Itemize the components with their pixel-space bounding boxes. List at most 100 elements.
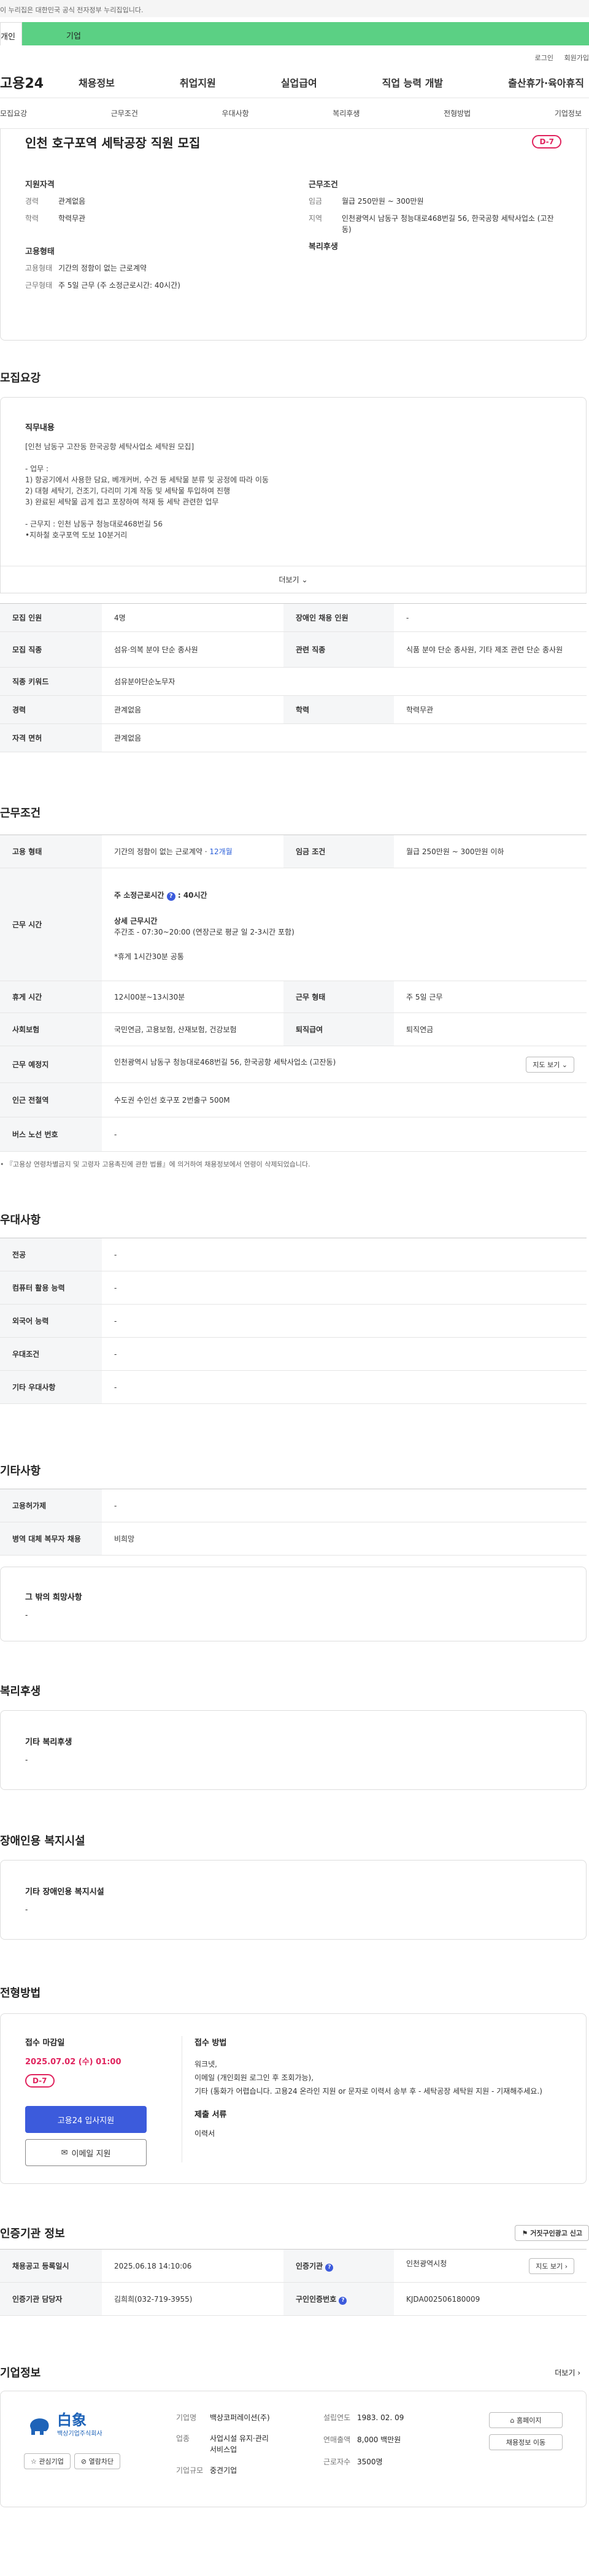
table-row: 휴게 시간 12시00분~13시30분 근무 형태 주 5일 근무 <box>0 981 587 1013</box>
fav-company-button[interactable]: ☆ 관심기업 <box>24 2453 71 2469</box>
info-icon[interactable]: ? <box>339 2296 347 2305</box>
signup-link[interactable]: 회원가입 <box>564 54 589 62</box>
row-value: 기간의 정함이 없는 근로계약 · 12개월 <box>102 835 283 868</box>
gnb-unemployment[interactable]: 실업급여 <box>281 75 317 90</box>
row-label: 퇴직급여 <box>283 1012 394 1046</box>
text-line <box>25 507 561 519</box>
table-row: 근무 예정지 인천광역시 남동구 청능대로468번길 56, 한국공항 세탁사업소… <box>0 1046 587 1083</box>
row-label: 휴게 시간 <box>0 981 102 1013</box>
company-est-row: 설립연도 1983. 02. 09 <box>323 2412 471 2423</box>
row-value: 인천광역시청 지도 보기 › <box>394 2249 587 2283</box>
tab-work[interactable]: 근무조건 <box>111 108 138 118</box>
chevron-down-icon: ⌄ <box>301 575 308 584</box>
row-label: 인증기관 ? <box>283 2249 394 2283</box>
qual-block: 지원자격 경력 관계없음 학력 학력무관 <box>25 178 278 241</box>
work-title: 근무조건 <box>0 800 589 825</box>
row-label: 모집 직종 <box>0 631 102 668</box>
selection-card: 접수 마감일 2025.07.02 (수) 01:00 D-7 고용24 입사지… <box>0 2013 587 2184</box>
info-icon[interactable]: ? <box>325 2263 334 2272</box>
row-label: 컴퓨터 활용 능력 <box>0 1271 102 1305</box>
gnb-training[interactable]: 직업 능력 개발 <box>382 75 443 90</box>
text-line: 3) 완료된 세탁물 곱게 접고 포장하여 적재 등 세탁 관련한 업무 <box>25 498 219 506</box>
row-label: 근무 예정지 <box>0 1046 102 1083</box>
row-label: 직종 키워드 <box>0 667 102 696</box>
row-value: 섬유·의복 분야 단순 종사원 <box>102 631 283 668</box>
row-value: - <box>102 1370 587 1404</box>
kv-key: 고용형태 <box>25 264 53 272</box>
tab-company[interactable]: 기업 <box>22 22 589 45</box>
company-info-col1: 기업명 백상코퍼레이션(주) 업종 사업시설 유지·관리 서비스업 기업규모 중견기업 <box>176 2412 323 2476</box>
emp-type-text: 기간의 정함이 없는 근로계약 · <box>114 847 210 856</box>
tab-recruit[interactable]: 모집요강 <box>0 108 27 118</box>
gnb-jobs[interactable]: 채용정보 <box>79 75 115 90</box>
map-button[interactable]: 지도 보기 ⌄ <box>526 1056 574 1073</box>
table-row: 고용 형태 기간의 정함이 없는 근로계약 · 12개월 임금 조건 월급 25… <box>0 835 587 868</box>
job-content: 직무내용 [인천 남동구 고잔동 한국공항 세탁사업소 세탁원 모집] - 업무… <box>1 398 586 541</box>
login-link[interactable]: 로그인 <box>535 54 553 62</box>
text-line: 워크넷, <box>194 2060 217 2069</box>
etc-table: 고용허가제 - 병역 대체 복무자 채용 비희망 <box>0 1489 587 1556</box>
site-logo[interactable]: 고용24 <box>0 72 79 92</box>
cert-map-button[interactable]: 지도 보기 › <box>529 2258 574 2274</box>
block-icon: ⊘ <box>80 2458 87 2466</box>
cert-num-label: 구인인증번호 <box>296 2294 337 2304</box>
row-value: - <box>102 1489 587 1522</box>
emp-heading: 고용형태 <box>25 247 55 256</box>
section-tabs: 모집요강 근무조건 우대사항 복리후생 전형방법 기업정보 <box>0 98 589 129</box>
welfare-title: 복리후생 <box>0 1678 589 1703</box>
disabled-body: 기타 장애인용 복지시설 - <box>1 1861 586 1938</box>
row-label: 채용공고 등록일시 <box>0 2249 102 2283</box>
company-emp-row: 근로자수 3500명 <box>323 2456 471 2467</box>
welfare-title-text: 복리후생 <box>0 1685 41 1698</box>
emp-period-link[interactable]: 12개월 <box>209 847 232 856</box>
table-row: 채용공고 등록일시 2025.06.18 14:10:06 인증기관 ? 인천광역시청… <box>0 2249 587 2283</box>
age-footnote: • 『고용상 연령차별금지 및 고령자 고용촉진에 관한 법률』에 의거하여 채… <box>0 1160 310 1168</box>
row-value: 섬유분야단순노무자 <box>102 667 587 696</box>
qual-heading: 지원자격 <box>25 180 55 190</box>
more-button[interactable]: 더보기 ⌄ <box>1 566 586 593</box>
apply-button[interactable]: 고용24 입사지원 <box>25 2106 147 2133</box>
row-label: 버스 노선 번호 <box>0 1117 102 1152</box>
cert-org: 인천광역시청 <box>406 2259 447 2268</box>
chevron-right-icon: › <box>564 2262 568 2270</box>
gnb-employment-support[interactable]: 취업지원 <box>180 75 216 90</box>
gnb-maternity[interactable]: 출산휴가·육아휴직 <box>508 75 584 90</box>
company-more-link[interactable]: 더보기 › <box>555 2367 580 2378</box>
other-wish-heading: 그 밖의 희망사항 <box>25 1593 82 1602</box>
kv-value: 주 5일 근무 (주 소정근로시간: 40시간) <box>58 281 180 290</box>
tab-personal[interactable]: 개인 <box>0 22 22 45</box>
row-label: 인증기관 담당자 <box>0 2282 102 2316</box>
report-button[interactable]: ⚑ 거짓구인광고 신고 <box>515 2225 589 2241</box>
kv-key: 근무형태 <box>25 281 53 290</box>
hours-detail: 주간조 - 07:30~20:00 (연장근로 평균 일 2-3시간 포함) <box>114 927 294 936</box>
tab-welfare[interactable]: 복리후생 <box>333 108 360 118</box>
tab-company-info[interactable]: 기업정보 <box>555 108 582 118</box>
pref-title-text: 우대사항 <box>0 1214 41 1227</box>
row-label: 기타 우대사항 <box>0 1370 102 1404</box>
text-line: 이메일 (개인회원 로그인 후 조회가능), <box>194 2073 314 2082</box>
table-row: 직종 키워드 섬유분야단순노무자 <box>0 667 587 696</box>
row-label: 근무 시간 <box>0 868 102 981</box>
table-row: 병역 대체 복무자 채용 비희망 <box>0 1522 587 1556</box>
kv-key: 지역 <box>309 214 323 223</box>
work-title-text: 근무조건 <box>0 807 41 820</box>
qual-edu: 학력 학력무관 <box>25 213 278 224</box>
homepage-button[interactable]: ⌂ 홈페이지 <box>489 2412 563 2428</box>
row-value: 학력무관 <box>394 695 587 724</box>
email-apply-button[interactable]: ✉ 이메일 지원 <box>25 2139 147 2166</box>
recruit-table: 모집 인원 4명 장애인 채용 인원 - 모집 직종 섬유·의복 분야 단순 종사원 관련… <box>0 603 587 752</box>
text-line: 2) 대형 세탁기, 건조기, 다리미 기계 작동 및 세탁물 투입하여 진행 <box>25 487 231 495</box>
table-row: 인근 전철역 수도권 수인선 호구포 2번출구 500M <box>0 1082 587 1117</box>
company-jobs-button[interactable]: 채용정보 이동 <box>489 2434 563 2450</box>
kv-value: 8,000 백만원 <box>357 2435 401 2444</box>
kv-value: 1983. 02. 09 <box>357 2413 404 2422</box>
cond-block: 근무조건 임금 월급 250만원 ~ 300만원 지역 인천광역시 남동구 청능대로… <box>309 178 561 241</box>
tab-pref[interactable]: 우대사항 <box>222 108 249 118</box>
kv-key: 기업규모 <box>176 2466 204 2475</box>
job-content-lines: [인천 남동구 고잔동 한국공항 세탁사업소 세탁원 모집] - 업무 : 1) … <box>25 441 561 541</box>
block-company-button[interactable]: ⊘ 열람차단 <box>74 2453 121 2469</box>
info-icon[interactable]: ? <box>166 892 175 901</box>
tab-selection[interactable]: 전형방법 <box>444 108 471 118</box>
row-label: 관련 직종 <box>283 631 394 668</box>
company-logo-block: 白象 백상기업주식회사 ☆ 관심기업 ⊘ 열람차단 <box>18 2412 176 2476</box>
